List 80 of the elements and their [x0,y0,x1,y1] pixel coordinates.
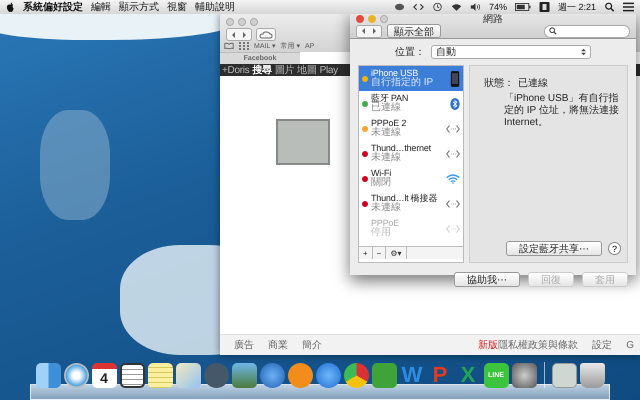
arrows-icon [446,122,460,134]
location-dropdown[interactable]: 自動 [431,45,591,59]
google-bar-link[interactable]: +Doris [222,64,250,76]
service-status: 已連線 [371,102,402,114]
status-label: 狀態： [484,76,514,90]
search-field[interactable] [544,24,630,38]
list-action-button[interactable]: ⚙▾ [386,247,407,259]
footer-link[interactable]: G [626,340,634,350]
cloud-button[interactable] [256,28,276,41]
service-status: 未連線 [371,202,402,214]
arrows-icon [446,222,460,234]
service-name: PPPoE 2 [371,118,408,128]
footer-link[interactable]: 簡介 [302,338,322,352]
footer-link[interactable]: 商業 [268,338,288,352]
calendar-icon[interactable]: 4 [92,362,116,388]
footer-link[interactable]: 廣告 [234,338,254,352]
input-menu-icon[interactable] [538,2,550,12]
wifi-icon[interactable] [450,2,462,12]
search-icon [549,27,557,35]
google-bar-link[interactable]: 圖片 [274,63,294,77]
arrows-icon[interactable] [412,2,424,12]
wifi-icon [446,172,460,184]
list-action-button[interactable]: + [359,247,373,259]
service-item[interactable]: Thund…thernet 未連線 [359,141,463,166]
footer-link[interactable]: 設定 [592,338,612,352]
status-description: 「iPhone USB」有自行指定的 IP 位址，將無法連接 Internet。 [504,93,620,129]
service-name: 藍牙 PAN [371,94,410,103]
notepad-icon[interactable] [148,362,172,388]
service-item[interactable]: 藍牙 PAN 已連線 [359,91,463,116]
status-value: 已連線 [518,76,548,90]
menu-clock[interactable]: 週一 2:21 [558,0,596,14]
menu-item[interactable]: 顯示方式 [119,0,159,14]
show-all-button[interactable]: 顯示全部 [387,24,441,38]
service-item[interactable]: Wi-Fi 關閉 [359,166,463,191]
back-forward-button[interactable] [226,28,252,41]
bluetooth-sharing-button[interactable]: 設定藍牙共享⋯ [506,241,602,256]
service-name: Thund…thernet [371,144,432,153]
service-name: PPPoE [371,218,400,228]
arrows-icon [446,198,460,210]
footer-link[interactable]: 隱私權政策與條款 [498,338,578,352]
new-label: 新版 [478,338,498,352]
service-status: 停用 [371,228,392,238]
phone-icon [450,70,460,88]
back-forward-button[interactable] [356,24,382,38]
chat-bubble-icon[interactable] [394,2,405,12]
service-item[interactable]: iPhone USB 自行指定的 IP [359,66,463,91]
menu-item[interactable]: 系統偏好設定 [23,0,83,14]
checklist-icon[interactable] [120,362,144,388]
google-bar-link[interactable]: Play [320,64,338,76]
list-action-button[interactable]: − [372,247,386,259]
menu-item[interactable]: 視窗 [167,0,187,14]
arrows-icon [446,148,460,160]
google-bar-link[interactable]: 搜尋 [252,63,272,77]
service-name: Wi-Fi [371,168,392,178]
service-item[interactable]: PPPoE 2 未連線 [359,116,463,141]
apple-logo-icon[interactable] [6,2,15,12]
google-bar-link[interactable]: 地圖 [297,63,317,77]
up-down-arrows-icon [581,48,586,56]
menu-item[interactable]: 編輯 [91,0,111,14]
location-label: 位置： [395,46,425,59]
battery-icon[interactable] [514,2,531,12]
grid-icon[interactable] [239,42,249,50]
list-icon[interactable] [623,2,634,12]
search-icon[interactable] [604,2,615,12]
service-name: iPhone USB [371,68,418,78]
battery-percent: 74% [488,2,507,12]
clock-icon[interactable] [432,2,443,12]
service-status: 關閉 [371,178,392,188]
menu-item[interactable]: 輔助說明 [195,0,235,14]
close-button[interactable] [356,15,364,23]
service-status: 未連線 [371,128,402,138]
speaker-icon[interactable] [470,2,481,12]
service-status: 未連線 [371,152,402,164]
window-title: 網路 [483,13,503,26]
service-item[interactable]: Thund…lt 橋接器 未連線 [359,191,463,216]
service-status: 自行指定的 IP [371,78,434,88]
photo-placeholder [276,119,330,165]
help-button[interactable]: ? [608,242,621,255]
service-name: Thund…lt 橋接器 [371,194,438,203]
dialog-button[interactable]: 協助我⋯ [454,272,520,287]
